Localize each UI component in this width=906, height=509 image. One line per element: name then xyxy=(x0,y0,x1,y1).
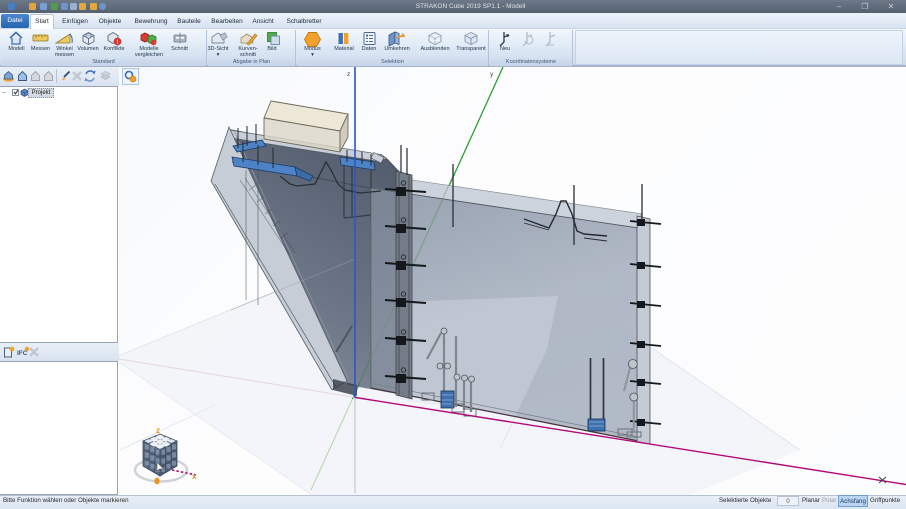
svg-text:!: ! xyxy=(117,39,119,46)
svg-text:y: y xyxy=(490,71,494,78)
svg-text:z: z xyxy=(156,426,160,435)
svg-text:z: z xyxy=(347,71,350,78)
svg-text:x: x xyxy=(192,472,197,481)
svg-text:IFC: IFC xyxy=(17,350,28,357)
